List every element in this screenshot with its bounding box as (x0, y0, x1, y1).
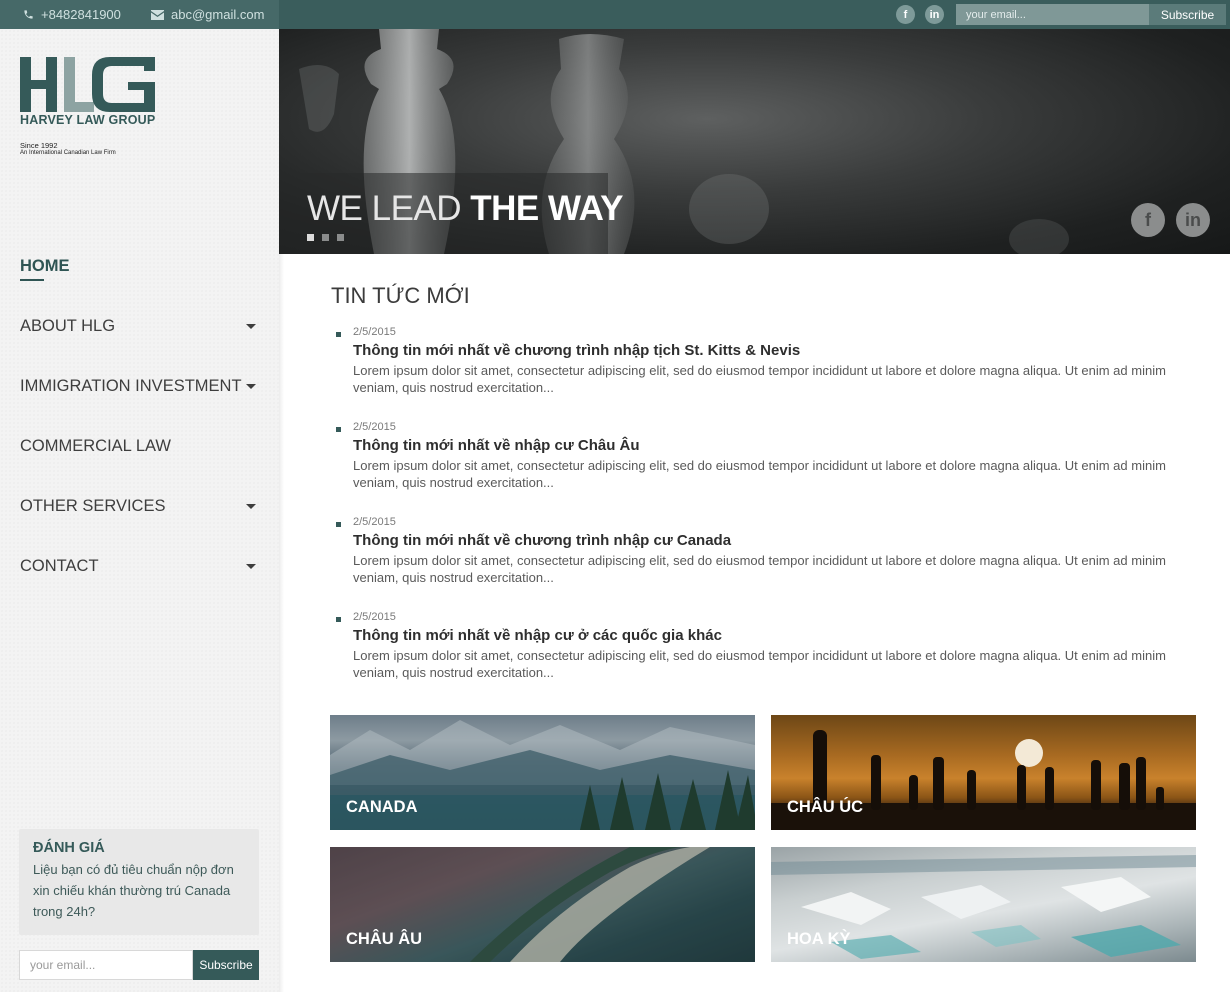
email-contact[interactable]: abc@gmail.com (151, 0, 264, 29)
logo-mark (20, 57, 155, 112)
region-label: CANADA (346, 798, 418, 816)
nav-item-immigration-investment[interactable]: IMMIGRATION INVESTMENT (20, 371, 259, 401)
nav-item-about-hlg[interactable]: ABOUT HLG (20, 311, 259, 341)
news-excerpt: Lorem ipsum dolor sit amet, consectetur … (353, 553, 1166, 585)
sidebar-email-input[interactable] (19, 950, 193, 980)
news-date: 2/5/2015 (353, 326, 396, 338)
slider-dots (307, 234, 352, 241)
nav-item-contact[interactable]: CONTACT (20, 551, 259, 581)
logo-tagline: An International Canadian Law Firm (20, 150, 116, 156)
nav-item-label: ABOUT HLG (20, 316, 116, 335)
logo-company-name: HARVEY LAW GROUP (20, 113, 156, 127)
hlg-logo[interactable]: HARVEY LAW GROUP Since 1992 An Internati… (20, 57, 160, 159)
evaluation-box[interactable]: ĐÁNH GIÁ Liệu bạn có đủ tiêu chuẩn nộp đ… (19, 829, 259, 935)
news-excerpt: Lorem ipsum dolor sit amet, consectetur … (353, 363, 1166, 395)
caret-down-icon (246, 384, 256, 389)
phone-number: +8482841900 (41, 7, 121, 22)
news-title-link[interactable]: Thông tin mới nhất về nhập cư ở các quốc… (353, 627, 722, 644)
caret-down-icon (246, 324, 256, 329)
hero-banner: WE LEAD THE WAY f in (279, 29, 1230, 254)
nav-item-commercial-law[interactable]: COMMERCIAL LAW (20, 431, 259, 461)
region-tile-chau-uc[interactable]: CHÂU ÚC (771, 715, 1196, 830)
nav-item-label: HOME (20, 256, 70, 275)
hero-linkedin-icon[interactable]: in (1176, 203, 1210, 237)
logo-since: Since 1992 (20, 141, 58, 150)
region-tile-hoa-ky[interactable]: HOA KỲ (771, 847, 1196, 962)
caret-down-icon (246, 504, 256, 509)
nav-item-label: IMMIGRATION INVESTMENT (20, 376, 242, 395)
region-label: CHÂU ÚC (787, 798, 864, 816)
hero-facebook-icon[interactable]: f (1131, 203, 1165, 237)
news-excerpt: Lorem ipsum dolor sit amet, consectetur … (353, 648, 1166, 680)
evaluation-title: ĐÁNH GIÁ (33, 840, 105, 856)
news-title-link[interactable]: Thông tin mới nhất về nhập cư Châu Âu (353, 437, 640, 454)
hero-title-bold: THE WAY (470, 189, 624, 228)
news-excerpt: Lorem ipsum dolor sit amet, consectetur … (353, 458, 1166, 490)
nav-item-home[interactable]: HOME (20, 251, 259, 281)
email-address: abc@gmail.com (171, 7, 265, 22)
nav-item-label: CONTACT (20, 556, 99, 575)
phone-contact[interactable]: +8482841900 (23, 0, 121, 29)
nav-item-other-services[interactable]: OTHER SERVICES (20, 491, 259, 521)
phone-icon (24, 10, 33, 19)
topbar-facebook-icon[interactable]: f (896, 5, 915, 24)
sidebar-shadow (279, 254, 284, 992)
news-date: 2/5/2015 (353, 611, 396, 623)
sidebar-subscribe-button[interactable]: Subscribe (193, 950, 259, 980)
hero-title-thin: WE LEAD (307, 189, 462, 228)
bullet-icon (336, 332, 341, 337)
slider-dot-3[interactable] (337, 234, 344, 241)
news-title-link[interactable]: Thông tin mới nhất về chương trình nhập … (353, 342, 800, 359)
nav-item-label: COMMERCIAL LAW (20, 436, 171, 455)
hero-title: WE LEAD THE WAY (307, 189, 624, 229)
hero-caption: WE LEAD THE WAY (279, 173, 624, 254)
bullet-icon (336, 522, 341, 527)
caret-down-icon (246, 564, 256, 569)
nav-active-indicator (20, 279, 44, 281)
slider-dot-2[interactable] (322, 234, 329, 241)
region-label: CHÂU ÂU (346, 930, 423, 948)
topbar-linkedin-icon[interactable]: in (925, 5, 944, 24)
region-tile-canada[interactable]: CANADA (330, 715, 755, 830)
bullet-icon (336, 617, 341, 622)
region-tile-chau-au[interactable]: CHÂU ÂU (330, 847, 755, 962)
top-bar: +8482841900 abc@gmail.com f in Subscribe (0, 0, 1230, 29)
slider-dot-1[interactable] (307, 234, 314, 241)
news-title-link[interactable]: Thông tin mới nhất về chương trình nhập … (353, 532, 731, 549)
bullet-icon (336, 427, 341, 432)
nav-item-label: OTHER SERVICES (20, 496, 166, 515)
news-date: 2/5/2015 (353, 516, 396, 528)
envelope-icon (151, 9, 164, 20)
topbar-email-input[interactable] (956, 4, 1149, 25)
news-heading: TIN TỨC MỚI (331, 283, 470, 308)
region-label: HOA KỲ (787, 930, 851, 948)
evaluation-text: Liệu bạn có đủ tiêu chuẩn nộp đơn xin ch… (33, 862, 234, 919)
news-date: 2/5/2015 (353, 421, 396, 433)
topbar-subscribe-button[interactable]: Subscribe (1149, 4, 1226, 25)
